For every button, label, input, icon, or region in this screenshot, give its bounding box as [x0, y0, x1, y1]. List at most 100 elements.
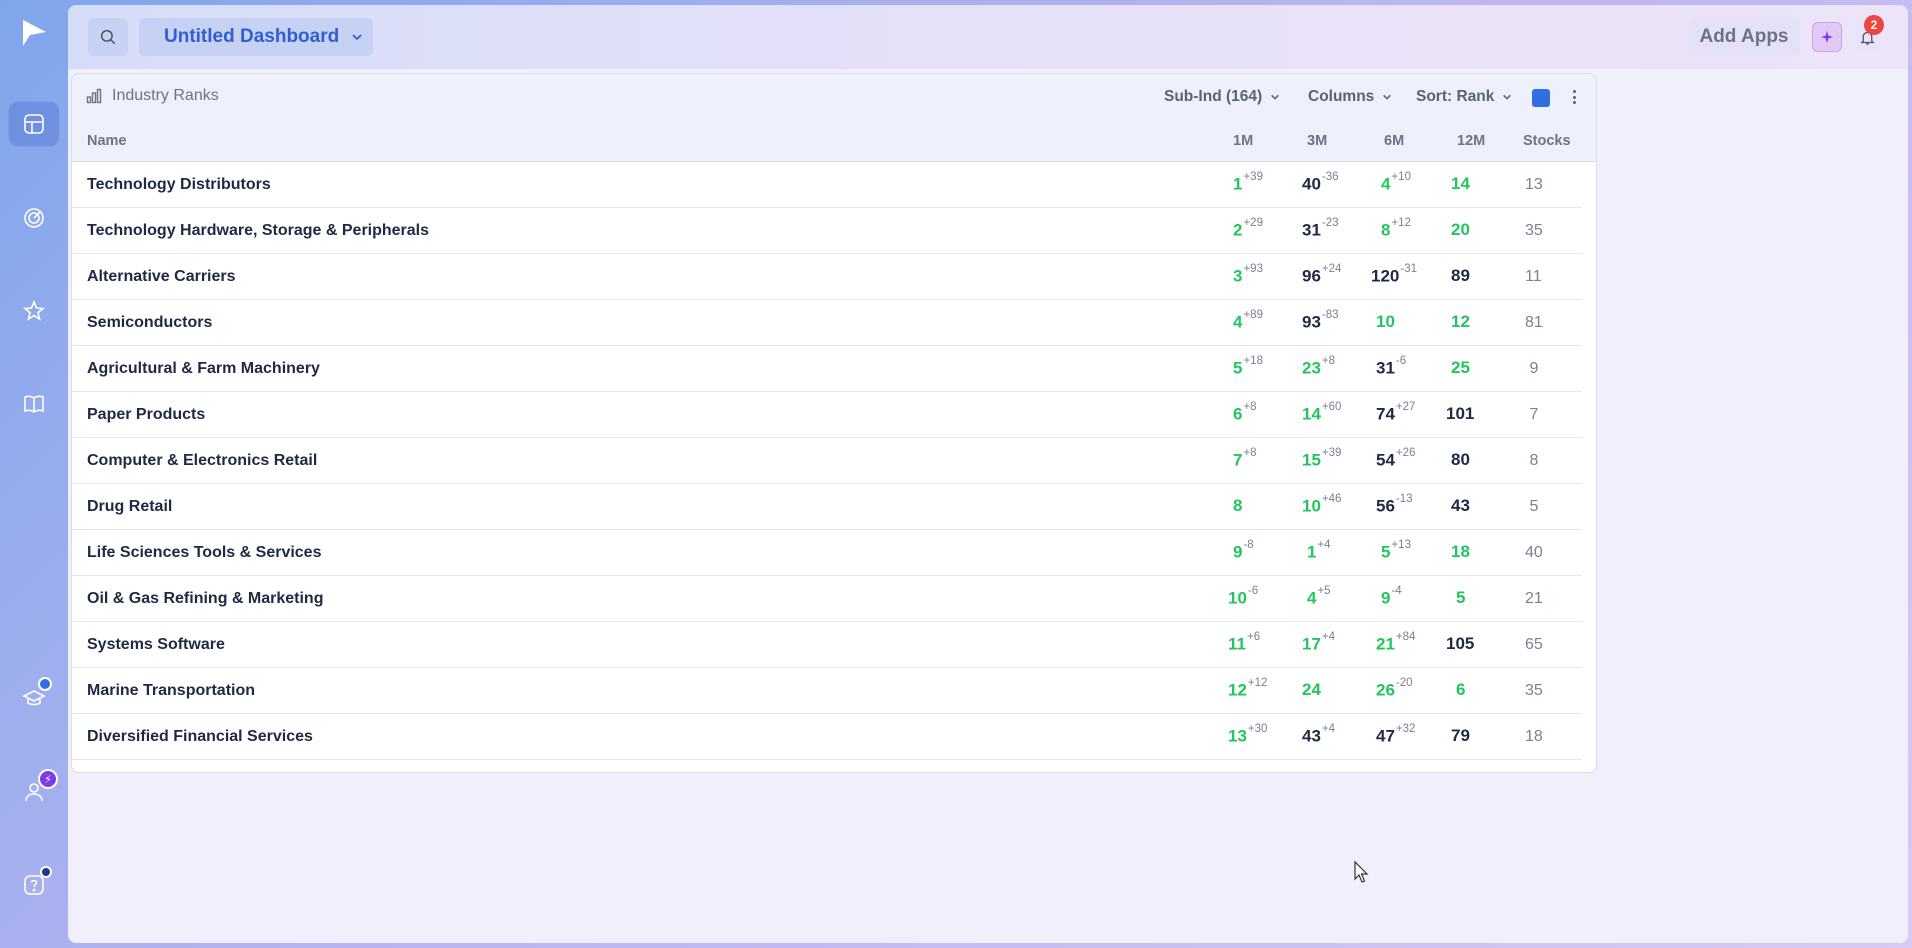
nav-account-button[interactable]: ⚡ [8, 769, 60, 815]
rank-m12-cell: 6 [1456, 680, 1465, 700]
widget-color-swatch[interactable] [1532, 89, 1550, 107]
rank-m1-value: 1 [1233, 174, 1243, 194]
rank-m1-value: 3 [1233, 266, 1243, 286]
rank-m1-change: -8 [1243, 539, 1254, 551]
industry-name[interactable]: Alternative Carriers [87, 268, 236, 286]
nav-help-button[interactable] [8, 862, 60, 908]
rank-m12-cell: 89 [1451, 266, 1470, 286]
industry-name[interactable]: Systems Software [87, 636, 225, 654]
rank-m1-value: 8 [1233, 496, 1243, 515]
column-header-1m[interactable]: 1M [1233, 133, 1253, 149]
rank-m3-cell: 4+5 [1307, 585, 1331, 609]
rank-m6-change: -6 [1395, 355, 1407, 367]
industry-name[interactable]: Life Sciences Tools & Services [87, 544, 321, 562]
rank-m3-change: +4 [1317, 539, 1331, 551]
table-row[interactable]: Computer & Electronics Retail 7+8 15+39 54+… [72, 438, 1582, 484]
rank-m3-value: 43 [1302, 726, 1321, 746]
rank-m1-change: +6 [1246, 631, 1261, 643]
add-apps-button[interactable]: Add Apps [1688, 18, 1800, 56]
table-row[interactable]: Drug Retail 8 10+46 56-13 43 5 [72, 484, 1582, 530]
stocks-count: 5 [1529, 498, 1539, 515]
nav-favorites-button[interactable] [8, 288, 60, 334]
rank-m6-cell: 10 [1376, 312, 1395, 332]
rank-m1-value: 2 [1233, 220, 1243, 240]
mouse-cursor-icon [1354, 860, 1369, 883]
chevron-down-icon [1383, 94, 1392, 100]
sidebar: ⚡ [0, 0, 68, 948]
rank-m1-cell: 13+30 [1228, 723, 1267, 747]
rank-m6-value: 47 [1376, 726, 1395, 746]
main-panel: Untitled Dashboard Add Apps 2 Industry R… [68, 5, 1908, 943]
dashboard-title-dropdown[interactable]: Untitled Dashboard [139, 18, 373, 56]
sparkle-icon [1821, 31, 1833, 43]
column-header-6m[interactable]: 6M [1384, 133, 1404, 149]
column-header-name[interactable]: Name [87, 133, 127, 149]
search-button[interactable] [88, 18, 128, 56]
table-row[interactable]: Paper Products 6+8 14+60 74+27 101 7 [72, 392, 1582, 438]
industry-name[interactable]: Agricultural & Farm Machinery [87, 360, 320, 378]
industry-name[interactable]: Technology Hardware, Storage & Periphera… [87, 222, 429, 240]
rank-m1-change: +89 [1243, 309, 1263, 321]
rank-m1-change: +29 [1243, 217, 1263, 229]
rank-m1-change: +93 [1243, 263, 1263, 275]
columns-label: Columns [1308, 88, 1375, 105]
industry-name[interactable]: Semiconductors [87, 314, 212, 332]
rank-m6-value: 8 [1381, 220, 1391, 240]
rank-m6-value: 74 [1376, 404, 1395, 424]
table-row[interactable]: Systems Software 11+6 17+4 21+84 105 65 [72, 622, 1582, 668]
industry-name[interactable]: Computer & Electronics Retail [87, 452, 317, 470]
industry-name[interactable]: Oil & Gas Refining & Marketing [87, 590, 323, 608]
rank-m3-cell: 96+24 [1302, 263, 1341, 287]
table-row[interactable]: Technology Hardware, Storage & Periphera… [72, 208, 1582, 254]
nav-dashboard-button[interactable] [8, 101, 60, 147]
industry-name[interactable]: Paper Products [87, 406, 205, 424]
table-row[interactable]: Marine Transportation 12+12 24 26-20 6 35 [72, 668, 1582, 714]
rank-m12-cell: 20 [1451, 220, 1470, 240]
industry-ranks-widget: Industry Ranks Sub-Ind (164) Columns Sor… [71, 73, 1597, 773]
more-options-icon[interactable] [1569, 87, 1579, 107]
table-row[interactable]: Life Sciences Tools & Services 9-8 1+4 5+13… [72, 530, 1582, 576]
rank-m1-cell: 12+12 [1228, 677, 1267, 701]
rank-m6-value: 56 [1376, 496, 1395, 516]
table-row[interactable]: Diversified Financial Services 13+30 43+4 4… [72, 714, 1582, 760]
rank-m6-cell: 8+12 [1381, 217, 1411, 241]
rank-m3-value: 31 [1302, 220, 1321, 240]
table-row[interactable]: Alternative Carriers 3+93 96+24 120-31 89 11 [72, 254, 1582, 300]
rank-m1-value: 4 [1233, 312, 1243, 332]
industry-name[interactable]: Diversified Financial Services [87, 728, 313, 746]
sort-dropdown[interactable]: Sort: Rank [1416, 88, 1512, 106]
rank-m6-cell: 5+13 [1381, 539, 1411, 563]
nav-academy-button[interactable] [8, 675, 60, 721]
industry-name[interactable]: Marine Transportation [87, 682, 255, 700]
column-header-3m[interactable]: 3M [1307, 133, 1327, 149]
table-row[interactable]: Technology Distributors 1+39 40-36 4+10 14 13 [72, 162, 1582, 208]
ai-assistant-button[interactable] [1812, 22, 1842, 52]
app-logo-icon[interactable] [20, 18, 48, 48]
academy-badge [38, 677, 52, 691]
stocks-count: 8 [1529, 452, 1539, 469]
rank-m12-cell: 79 [1451, 726, 1470, 746]
table-body: Technology Distributors 1+39 40-36 4+10 14 13… [72, 162, 1582, 760]
nav-learn-button[interactable] [8, 381, 60, 427]
rank-m3-cell: 24 [1302, 680, 1321, 700]
rank-m12-value: 89 [1451, 266, 1470, 285]
industry-name[interactable]: Technology Distributors [87, 176, 271, 194]
rank-m6-change: +27 [1395, 401, 1416, 413]
rank-m12-cell: 18 [1451, 542, 1470, 562]
rank-m3-cell: 23+8 [1302, 355, 1335, 379]
industry-name[interactable]: Drug Retail [87, 498, 172, 516]
rank-m3-change: +5 [1317, 585, 1331, 597]
rank-m3-value: 24 [1302, 680, 1321, 699]
table-row[interactable]: Semiconductors 4+89 93-83 10 12 81 [72, 300, 1582, 346]
rank-m1-change: +39 [1243, 171, 1263, 183]
columns-dropdown[interactable]: Columns [1308, 88, 1392, 106]
nav-radar-button[interactable] [8, 195, 60, 241]
stocks-count: 18 [1525, 728, 1543, 745]
column-header-stocks[interactable]: Stocks [1523, 133, 1571, 149]
grouping-dropdown[interactable]: Sub-Ind (164) [1164, 88, 1280, 106]
table-row[interactable]: Oil & Gas Refining & Marketing 10-6 4+5 9-4… [72, 576, 1582, 622]
rank-m12-value: 101 [1446, 404, 1475, 423]
table-row[interactable]: Agricultural & Farm Machinery 5+18 23+8 31-… [72, 346, 1582, 392]
column-header-12m[interactable]: 12M [1457, 133, 1485, 149]
rank-m1-cell: 9-8 [1233, 539, 1254, 563]
